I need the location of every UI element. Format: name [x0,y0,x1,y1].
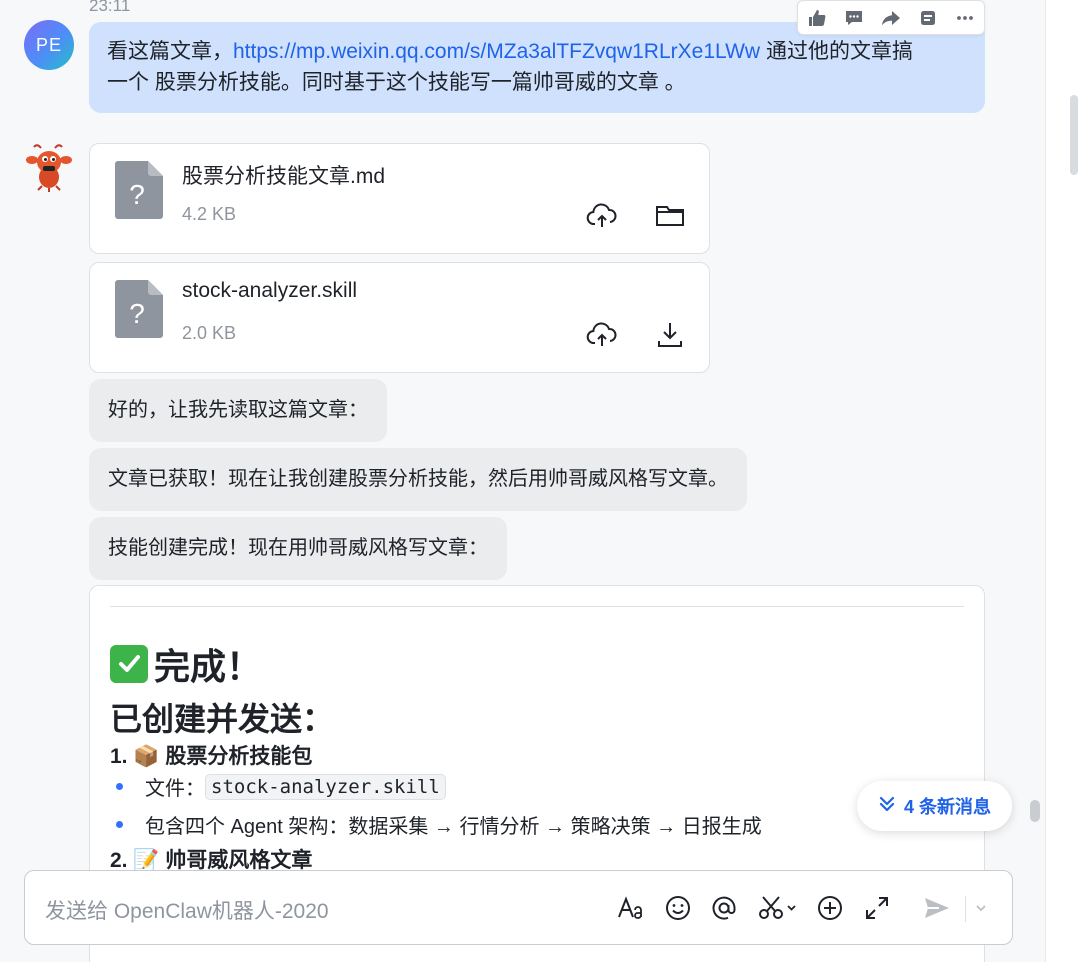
bot-message-bubble: 技能创建完成！现在用帅哥威风格写文章： [89,517,507,580]
document-icon: ? [115,280,163,338]
user-message-text: 看这篇文章， [107,40,233,63]
user-avatar[interactable]: PE [24,20,74,70]
result-title: 完成！ [110,638,262,690]
send-options-icon[interactable] [969,893,993,923]
list-item: 包含四个 Agent 架构：数据采集 → 行情分析 → 策略决策 → 日报生成 [116,810,762,839]
bot-avatar[interactable] [24,142,74,192]
expand-icon[interactable] [862,893,892,923]
file-size: 4.2 KB [182,204,237,224]
composer-divider [965,896,966,922]
more-icon[interactable] [952,5,978,31]
chat-panel: 23:11 PE 看这篇文章，https://mp.weixin.qq.com/… [0,0,1045,962]
new-messages-label: 4 条新消息 [903,797,991,817]
mention-icon[interactable] [709,893,739,923]
message-composer[interactable]: 发送给 OpenClaw机器人-2020 [24,870,1013,945]
bullet-dot [116,821,123,828]
new-messages-button[interactable]: 4 条新消息 [857,781,1012,831]
document-icon: ? [115,161,163,219]
comment-icon[interactable] [841,5,867,31]
article-link[interactable]: https://mp.weixin.qq.com/s/MZa3alTFZvqw1… [233,40,760,63]
svg-text:?: ? [129,179,145,210]
user-message-bubble: 看这篇文章，https://mp.weixin.qq.com/s/MZa3alT… [89,22,985,113]
composer-placeholder[interactable]: 发送给 OpenClaw机器人-2020 [45,895,329,925]
list-item: 文件： stock-analyzer.skill [116,772,446,801]
list-item-text: 包含四个 Agent 架构：数据采集 → 行情分析 → 策略决策 → 日报生成 [145,816,762,838]
result-subtitle: 已创建并发送： [110,701,335,737]
bullet-dot [116,783,123,790]
file-size: 2.0 KB [182,323,237,343]
bot-message-bubble: 好的，让我先读取这篇文章： [89,379,387,442]
inline-code: stock-analyzer.skill [205,773,446,800]
folder-icon[interactable] [654,200,686,232]
file-name: stock-analyzer.skill [182,279,358,302]
svg-text:?: ? [129,298,145,329]
bot-message-bubble: 文章已获取！现在让我创建股票分析技能，然后用帅哥威风格写文章。 [89,448,747,511]
thumbs-up-icon[interactable] [804,5,830,31]
send-icon[interactable] [922,893,952,923]
scrollbar-thumb[interactable] [1030,800,1040,822]
add-icon[interactable] [815,893,845,923]
result-title-text: 完成！ [154,646,263,687]
download-icon[interactable] [654,319,686,351]
file-name: 股票分析技能文章.md [182,165,386,188]
forward-icon[interactable] [878,5,904,31]
font-icon[interactable] [616,893,646,923]
user-message-text: 一个 股票分析技能。同时基于这个技能写一篇帅哥威的文章 。 [107,71,686,94]
pin-icon[interactable] [915,5,941,31]
divider [110,606,964,607]
list-item-label: 文件： [145,778,205,800]
file-card[interactable]: ? stock-analyzer.skill 2.0 KB [89,262,710,373]
message-timestamp: 23:11 [89,0,131,15]
scissors-icon[interactable] [757,893,799,923]
double-chevron-down-icon [878,795,896,818]
section-title: 1. 📦 股票分析技能包 [110,745,313,768]
cloud-upload-icon[interactable] [586,319,618,351]
check-mark-icon [110,645,148,683]
message-action-bar [797,0,985,35]
file-card[interactable]: ? 股票分析技能文章.md 4.2 KB [89,143,710,254]
cloud-upload-icon[interactable] [586,200,618,232]
user-message-text: 通过他的文章搞 [765,40,913,63]
emoji-icon[interactable] [663,893,693,923]
scrollbar-thumb[interactable] [1070,95,1078,175]
